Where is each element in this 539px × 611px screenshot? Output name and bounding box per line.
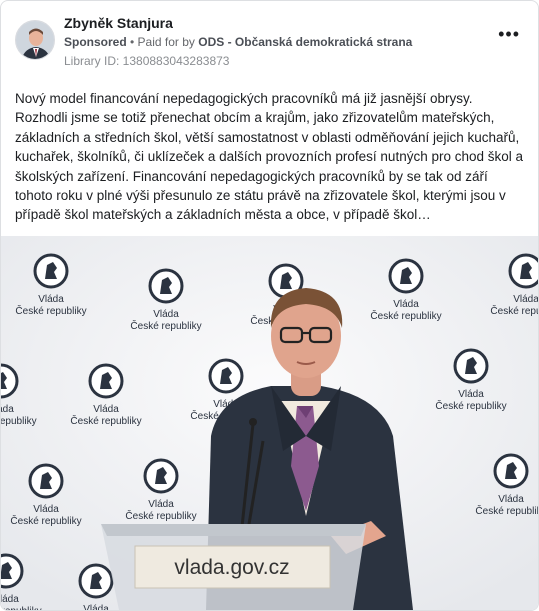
- svg-text:Vláda: Vláda: [148, 499, 174, 510]
- meta-separator: •: [126, 35, 138, 49]
- press-conference-photo: VládaČeské republiky VládaČeské republiky…: [1, 236, 538, 610]
- sponsorship-line: Sponsored • Paid for by ODS - Občanská d…: [64, 35, 412, 49]
- svg-text:České republiky: České republiky: [10, 514, 81, 527]
- svg-text:Vláda: Vláda: [513, 294, 538, 305]
- svg-text:Vláda: Vláda: [38, 294, 64, 305]
- svg-text:Vláda: Vláda: [498, 494, 524, 505]
- more-options-icon[interactable]: •••: [498, 25, 520, 43]
- library-id: Library ID: 1380883043283873: [64, 54, 230, 68]
- paid-by-prefix: Paid for by: [137, 35, 199, 49]
- svg-text:České republiky: České republiky: [130, 319, 201, 332]
- svg-text:Vláda: Vláda: [1, 404, 14, 415]
- svg-text:České republiky: České republiky: [15, 304, 86, 317]
- svg-text:České republiky: České republiky: [125, 509, 196, 522]
- svg-text:České republiky: České republiky: [1, 414, 37, 427]
- svg-text:České republiky: České republiky: [70, 414, 141, 427]
- ad-card: Zbyněk Stanjura Sponsored • Paid for by …: [0, 0, 539, 611]
- author-name[interactable]: Zbyněk Stanjura: [64, 15, 173, 31]
- svg-text:České republiky: České republiky: [370, 309, 441, 322]
- paid-by-sponsor[interactable]: ODS - Občanská demokratická strana: [198, 35, 412, 49]
- post-header: Zbyněk Stanjura Sponsored • Paid for by …: [15, 13, 524, 73]
- svg-text:České republiky: České republiky: [475, 504, 538, 517]
- svg-text:Vláda: Vláda: [83, 604, 109, 610]
- sponsored-label: Sponsored: [64, 35, 127, 49]
- post-text: Nový model financování nepedagogických p…: [15, 91, 524, 223]
- podium-sign: vlada.gov.cz: [174, 556, 289, 579]
- svg-text:Vláda: Vláda: [1, 594, 19, 605]
- post-image[interactable]: Vláda České republiky Vláda České republiky…: [1, 236, 538, 610]
- svg-text:Vláda: Vláda: [93, 404, 119, 415]
- svg-text:České republiky: České republiky: [435, 399, 506, 412]
- svg-text:Vláda: Vláda: [458, 389, 484, 400]
- avatar-image: [16, 21, 54, 59]
- svg-text:Vláda: Vláda: [153, 309, 179, 320]
- avatar[interactable]: [15, 20, 55, 60]
- podium: vlada.gov.cz: [101, 524, 366, 610]
- svg-text:Vláda: Vláda: [393, 299, 419, 310]
- svg-text:Vláda: Vláda: [33, 504, 59, 515]
- svg-text:České republiky: České republiky: [490, 304, 538, 317]
